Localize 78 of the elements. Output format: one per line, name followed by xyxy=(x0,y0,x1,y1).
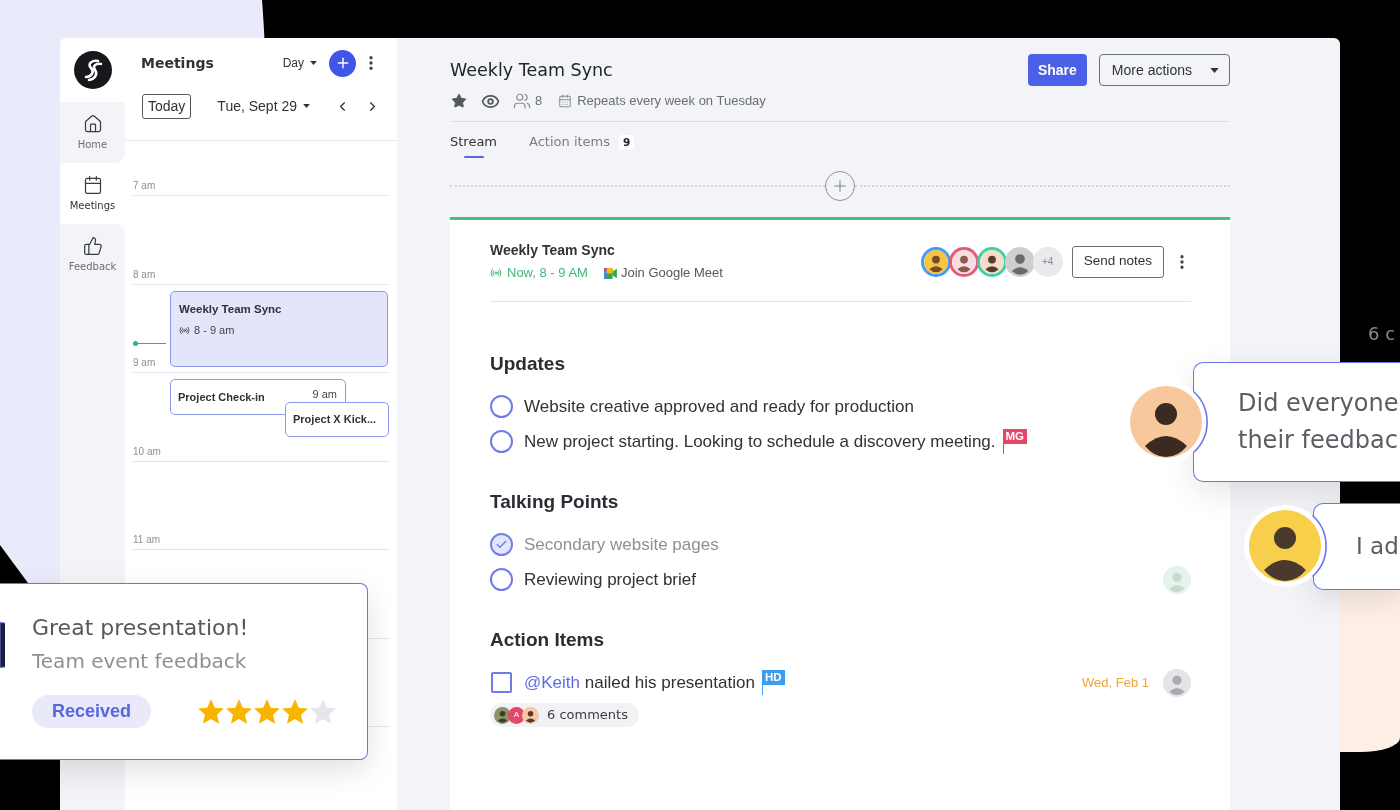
checkbox[interactable] xyxy=(490,568,513,591)
caret-icon xyxy=(310,61,317,65)
hour-label: 8 am xyxy=(133,268,156,281)
checklist-item-text: Reviewing project brief xyxy=(524,568,696,591)
calendar-icon xyxy=(558,94,573,108)
hour-label: 11 am xyxy=(133,534,161,546)
chat-message: I ad xyxy=(1356,532,1399,561)
action-item-text: @Keith nailed his presentation xyxy=(524,671,755,694)
calendar-event[interactable]: Project X Kick... xyxy=(285,402,389,437)
video-camera-icon xyxy=(603,267,617,279)
more-actions-dropdown[interactable]: More actions xyxy=(1098,54,1230,86)
status-badge: Received xyxy=(32,695,152,728)
cut-off-label: 6 c xyxy=(1368,322,1396,346)
people-icon xyxy=(513,92,531,110)
star-icon[interactable] xyxy=(451,93,467,109)
event-title: Project Check-in xyxy=(178,389,265,405)
thumbs-up-icon xyxy=(82,236,103,256)
feedback-title: Great presentation! xyxy=(32,614,249,642)
event-title: Weekly Team Sync xyxy=(179,302,282,317)
meeting-title: Weekly Team Sync xyxy=(450,58,613,82)
nav-item[interactable]: Home xyxy=(60,102,125,163)
current-time-indicator xyxy=(133,341,166,346)
hour-label: 9 am xyxy=(133,357,156,369)
mention-link[interactable]: @Keith xyxy=(524,672,580,692)
caret-icon xyxy=(1210,67,1219,73)
checkbox[interactable] xyxy=(490,395,513,418)
tab[interactable]: Action items 9 xyxy=(529,134,635,158)
caret-icon xyxy=(303,104,310,108)
avatar-icon xyxy=(522,706,539,724)
share-button[interactable]: Share xyxy=(1027,54,1087,86)
checkbox[interactable] xyxy=(490,533,513,556)
view-dropdown[interactable]: Day xyxy=(282,54,317,72)
count-badge: 9 xyxy=(619,134,635,150)
section-heading: Updates xyxy=(490,352,565,376)
chat-message: Did everyone their feedbac xyxy=(1238,388,1399,456)
feedback-subtitle: Team event feedback xyxy=(32,648,247,675)
meeting-status: Now, 8 - 9 AM xyxy=(507,264,588,283)
calendar-event[interactable]: Weekly Team Sync 8 - 9 am xyxy=(170,291,388,367)
checklist-item-text: Secondary website pages xyxy=(524,533,719,556)
attendee-count: 8 xyxy=(535,92,543,111)
event-time: 8 - 9 am xyxy=(194,323,235,339)
comments-pill[interactable]: A 6 comments xyxy=(490,703,639,727)
checkbox[interactable] xyxy=(490,430,513,453)
panel-title: Meetings xyxy=(141,53,214,73)
section-heading: Action Items xyxy=(490,628,605,652)
checkbox[interactable] xyxy=(491,672,512,693)
star-icon xyxy=(226,699,253,724)
event-title: Project X Kick... xyxy=(293,412,377,428)
overflow-count: +4 xyxy=(1032,246,1063,277)
today-button[interactable]: Today xyxy=(142,93,192,119)
home-icon xyxy=(82,114,103,134)
event-time: 9 am xyxy=(312,387,337,402)
checklist-item-text: New project starting. Looking to schedule a discovery meeting. xyxy=(524,430,996,453)
star-icon xyxy=(198,699,225,724)
initials-flag: MG xyxy=(1002,429,1028,454)
star-icon xyxy=(282,699,309,724)
date-dropdown[interactable]: Tue, Sept 29 xyxy=(217,95,310,117)
add-button[interactable] xyxy=(329,49,356,77)
avatar-icon xyxy=(1004,246,1035,277)
send-notes-button[interactable]: Send notes xyxy=(1071,245,1164,278)
plus-icon xyxy=(831,177,849,195)
nav-item[interactable]: Feedback xyxy=(60,224,125,285)
star-icon xyxy=(254,699,281,724)
due-date: Wed, Feb 1 xyxy=(1082,673,1149,692)
section-heading: Talking Points xyxy=(490,490,619,514)
calendar-icon xyxy=(82,175,103,195)
hour-label: 10 am xyxy=(133,445,161,458)
checklist-item-text: Website creative approved and ready for production xyxy=(524,395,914,418)
recurrence-text: Repeats every week on Tuesday xyxy=(577,92,766,111)
initials-flag: HD xyxy=(761,670,785,695)
card-title: Weekly Team Sync xyxy=(490,241,615,259)
tab[interactable]: Stream xyxy=(450,134,498,158)
star-icon xyxy=(310,699,337,724)
avatar-icon xyxy=(494,706,511,724)
logo-icon[interactable] xyxy=(73,51,112,89)
check-icon xyxy=(495,538,508,551)
hour-label: 7 am xyxy=(133,180,156,192)
join-meeting-link[interactable]: Join Google Meet xyxy=(603,263,723,283)
